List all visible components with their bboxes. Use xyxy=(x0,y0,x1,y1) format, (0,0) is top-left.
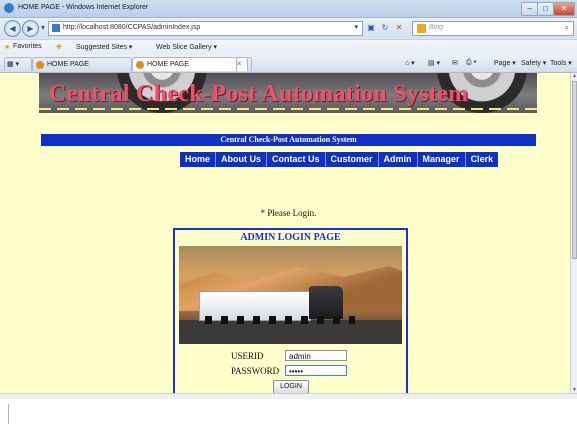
favorites-button[interactable]: Favorites xyxy=(13,43,42,50)
password-row: PASSWORD ••••• xyxy=(175,365,406,378)
favorites-star-icon[interactable]: ★ xyxy=(4,43,10,51)
tab-home-page-1[interactable]: HOME PAGE xyxy=(32,57,132,71)
web-slice-gallery-link[interactable]: Web Slice Gallery ▾ xyxy=(156,43,217,51)
userid-input[interactable]: admin xyxy=(285,350,347,361)
scroll-up-icon[interactable]: ▲ xyxy=(571,73,577,79)
print-icon[interactable]: ⎙ ▾ xyxy=(466,59,477,67)
address-bar[interactable]: http://localhost:8080/CCPAS/adminIndex.j… xyxy=(48,21,363,36)
vertical-scrollbar[interactable]: ▲ ▼ xyxy=(570,73,577,393)
menu-admin[interactable]: Admin xyxy=(379,152,418,167)
admin-login-panel: ADMIN LOGIN PAGE USERID admin PASSWORD •… xyxy=(173,228,408,393)
truck-cab xyxy=(309,286,343,319)
new-tab-button[interactable] xyxy=(236,57,252,71)
suggested-sites-link[interactable]: Suggested Sites ▾ xyxy=(76,43,132,51)
truck-wheels xyxy=(205,316,355,324)
tab-favicon xyxy=(136,61,144,69)
menu-contact-us[interactable]: Contact Us xyxy=(267,152,326,167)
page-icon xyxy=(52,24,60,32)
home-icon[interactable]: ⌂ ▾ xyxy=(405,59,415,67)
userid-label: USERID xyxy=(231,351,264,361)
address-url[interactable]: http://localhost:8080/CCPAS/adminIndex.j… xyxy=(63,24,200,31)
address-dropdown-icon[interactable]: ▾ xyxy=(354,23,358,31)
search-placeholder: Bing xyxy=(429,24,444,31)
tab-label: HOME PAGE xyxy=(47,61,89,68)
search-box[interactable]: Bing ⌕ xyxy=(412,21,574,36)
feeds-icon[interactable]: ▤ ▾ xyxy=(428,59,440,67)
login-notice: * Please Login. xyxy=(260,208,317,218)
menu-home[interactable]: Home xyxy=(180,152,217,167)
tab-bar: ▦ ▾ HOME PAGE HOME PAGE ✕ ⌂ ▾ ▤ ▾ ✉ ⎙ ▾ … xyxy=(0,55,577,73)
quick-tabs-button[interactable]: ▦ ▾ xyxy=(4,57,32,71)
password-label: PASSWORD xyxy=(231,366,280,376)
menu-manager[interactable]: Manager xyxy=(418,152,466,167)
menu-about-us[interactable]: About Us xyxy=(216,152,268,167)
minimize-button[interactable]: – xyxy=(521,2,538,16)
scrollbar-thumb[interactable] xyxy=(572,81,577,259)
back-button[interactable]: ◀ xyxy=(4,20,21,37)
safety-menu[interactable]: Safety ▾ xyxy=(521,59,546,67)
ie-icon xyxy=(4,3,14,13)
tab-favicon xyxy=(36,61,44,69)
horizontal-scrollbar[interactable] xyxy=(0,393,577,399)
login-heading: ADMIN LOGIN PAGE xyxy=(240,232,341,243)
page-viewport: Central Check-Post Automation System Cen… xyxy=(0,73,570,393)
close-button[interactable]: ✕ xyxy=(553,2,575,16)
menu-customer[interactable]: Customer xyxy=(326,152,379,167)
tab-label: HOME PAGE xyxy=(147,61,189,68)
userid-row: USERID admin xyxy=(175,350,406,363)
favorites-bar: ★ Favorites ✚ Suggested Sites ▾ Web Slic… xyxy=(0,39,577,56)
maximize-button[interactable]: □ xyxy=(537,2,554,16)
window-title: HOME PAGE - Windows Internet Explorer xyxy=(18,4,149,11)
title-bar: HOME PAGE - Windows Internet Explorer – … xyxy=(0,0,577,18)
banner-title: Central Check-Post Automation System xyxy=(49,81,469,107)
search-icon[interactable]: ⌕ xyxy=(565,23,569,33)
subtitle-bar: Central Check-Post Automation System xyxy=(41,134,536,146)
bing-icon xyxy=(417,24,426,33)
stop-icon[interactable]: ✕ xyxy=(393,22,405,33)
add-favorite-icon[interactable]: ✚ xyxy=(56,43,62,51)
compatibility-icon[interactable]: ▣ xyxy=(365,22,377,33)
main-menu: Home About Us Contact Us Customer Admin … xyxy=(180,152,499,167)
page-menu[interactable]: Page ▾ xyxy=(494,59,516,67)
menu-clerk[interactable]: Clerk xyxy=(466,152,499,167)
site-banner: Central Check-Post Automation System xyxy=(39,73,537,113)
address-toolbar: ◀ ▶ ▾ http://localhost:8080/CCPAS/adminI… xyxy=(0,18,577,38)
tools-menu[interactable]: Tools ▾ xyxy=(550,59,572,67)
password-input[interactable]: ••••• xyxy=(285,365,347,376)
login-button[interactable]: LOGIN xyxy=(273,380,309,393)
mail-icon[interactable]: ✉ xyxy=(452,59,458,67)
tab-home-page-2[interactable]: HOME PAGE ✕ xyxy=(132,57,248,71)
road-marking xyxy=(39,108,537,110)
truck-photo xyxy=(179,246,402,344)
divider xyxy=(8,404,9,424)
refresh-icon[interactable]: ↻ xyxy=(379,22,391,33)
